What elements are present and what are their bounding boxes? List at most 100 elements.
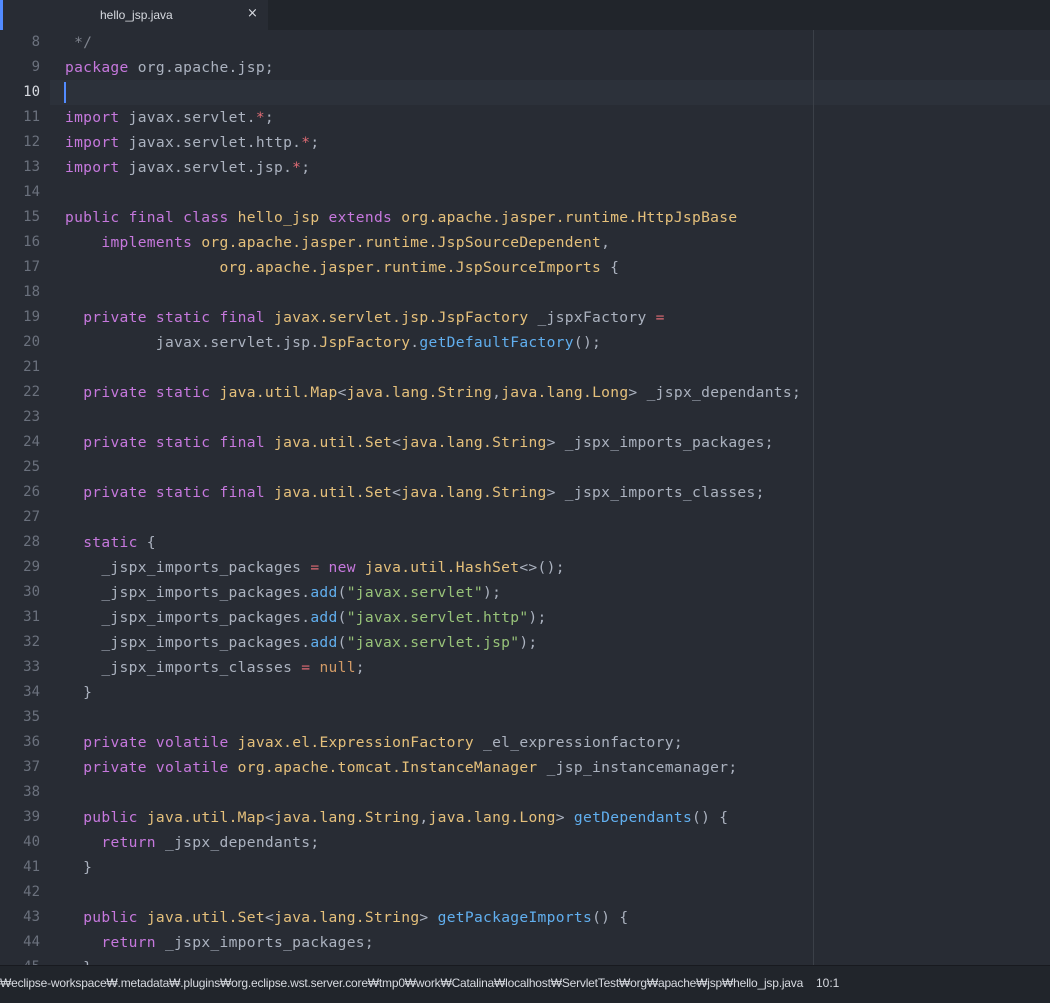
code-token: _el_expressionfactory; [473, 734, 683, 751]
code-line[interactable]: } [65, 855, 1050, 880]
code-line[interactable]: package org.apache.jsp; [65, 55, 1050, 80]
code-token: return [101, 934, 156, 951]
code-token: * [292, 159, 302, 176]
code-line[interactable]: _jspx_imports_packages = new java.util.H… [65, 555, 1050, 580]
line-number: 37 [23, 759, 40, 775]
tab-hello-jsp[interactable]: hello_jsp.java × [0, 0, 268, 30]
code-token: ; [264, 109, 275, 126]
code-line[interactable] [65, 405, 1050, 430]
code-line[interactable]: static { [65, 530, 1050, 555]
close-icon[interactable]: × [247, 6, 258, 21]
code-line[interactable]: public java.util.Map<java.lang.String,ja… [65, 805, 1050, 830]
code-token: } [65, 859, 93, 876]
code-line[interactable] [65, 880, 1050, 905]
code-token: java.lang.String [274, 809, 420, 826]
file-path[interactable]: ₩eclipse-workspace₩.metadata₩.plugins₩or… [0, 976, 803, 990]
line-number: 23 [23, 409, 40, 425]
line-number: 44 [23, 934, 40, 950]
code-token: < [392, 434, 402, 451]
code-token: hello_jsp [237, 209, 320, 226]
code-token: JspFactory [319, 334, 411, 351]
code-token: private static [83, 384, 211, 401]
code-line[interactable]: _jspx_imports_packages.add("javax.servle… [65, 580, 1050, 605]
code-line[interactable] [65, 505, 1050, 530]
code-token: */ [65, 34, 93, 51]
code-line[interactable]: _jspx_imports_packages.add("javax.servle… [65, 630, 1050, 655]
code-line[interactable] [65, 355, 1050, 380]
code-line[interactable]: private static final javax.servlet.jsp.J… [65, 305, 1050, 330]
cursor-position[interactable]: 10:1 [816, 976, 839, 990]
code-line[interactable]: public java.util.Set<java.lang.String> g… [65, 905, 1050, 930]
code-line[interactable]: private static final java.util.Set<java.… [65, 480, 1050, 505]
code-line[interactable] [65, 705, 1050, 730]
line-number: 8 [31, 34, 40, 50]
code-line[interactable] [65, 180, 1050, 205]
code-line[interactable] [65, 780, 1050, 805]
line-number: 11 [23, 109, 40, 125]
code-line[interactable]: private static final java.util.Set<java.… [65, 430, 1050, 455]
code-line[interactable]: import javax.servlet.*; [65, 105, 1050, 130]
code-token: _jspx_imports_packages. [65, 634, 311, 651]
code-line[interactable]: javax.servlet.jsp.JspFactory.getDefaultF… [65, 330, 1050, 355]
code-line[interactable] [65, 280, 1050, 305]
code-token: java.lang.String [346, 384, 493, 401]
code-token: > [419, 909, 438, 926]
code-token: > _jspx_imports_packages; [546, 434, 774, 451]
line-number: 26 [23, 484, 40, 500]
code-token: add [310, 609, 338, 626]
code-line[interactable]: implements org.apache.jasper.runtime.Jsp… [65, 230, 1050, 255]
code-editor[interactable]: 8 9 10 11 12 13 14 15 16 17 18 19 20 21 22 23 24 25 26 27 28… [0, 30, 1050, 965]
code-line[interactable]: return _jspx_dependants; [65, 830, 1050, 855]
line-number: 16 [23, 234, 40, 250]
code-line[interactable]: _jspx_imports_packages.add("javax.servle… [65, 605, 1050, 630]
code-token: null [319, 659, 356, 676]
code-line[interactable]: import javax.servlet.http.*; [65, 130, 1050, 155]
code-token: * [301, 134, 311, 151]
code-line[interactable]: } [65, 680, 1050, 705]
code-token: javax.el.ExpressionFactory [237, 734, 474, 751]
code-line[interactable] [50, 80, 1050, 105]
code-token: "javax.servlet" [346, 584, 483, 601]
line-number: 33 [23, 659, 40, 675]
code-token: _jspx_imports_packages. [65, 584, 311, 601]
code-token: "javax.servlet.jsp" [346, 634, 520, 651]
line-number: 17 [23, 259, 40, 275]
code-token: org.apache.jsp; [128, 59, 274, 76]
line-number-gutter: 8 9 10 11 12 13 14 15 16 17 18 19 20 21 22 23 24 25 26 27 28… [0, 30, 50, 965]
text-cursor [64, 82, 66, 103]
code-token: add [310, 634, 338, 651]
code-token: package [65, 59, 129, 76]
code-line[interactable]: org.apache.jasper.runtime.JspSourceImpor… [65, 255, 1050, 280]
line-number: 25 [23, 459, 40, 475]
code-line[interactable]: return _jspx_imports_packages; [65, 930, 1050, 955]
line-number: 15 [23, 209, 40, 225]
code-line[interactable]: } [65, 955, 1050, 965]
code-token: private volatile [83, 759, 229, 776]
code-line[interactable]: */ [65, 30, 1050, 55]
code-token: java.util.Map [219, 384, 338, 401]
code-line[interactable]: import javax.servlet.jsp.*; [65, 155, 1050, 180]
code-token: import [65, 109, 120, 126]
code-line[interactable] [65, 455, 1050, 480]
tab-bar: hello_jsp.java × [0, 0, 1050, 30]
code-token: java.lang.Long [428, 809, 556, 826]
code-line[interactable]: private volatile org.apache.tomcat.Insta… [65, 755, 1050, 780]
code-token: ( [337, 634, 347, 651]
code-token: , [419, 809, 429, 826]
code-line[interactable]: private volatile javax.el.ExpressionFact… [65, 730, 1050, 755]
code-line[interactable]: private static java.util.Map<java.lang.S… [65, 380, 1050, 405]
code-line[interactable]: public final class hello_jsp extends org… [65, 205, 1050, 230]
code-line[interactable]: _jspx_imports_classes = null; [65, 655, 1050, 680]
line-number: 32 [23, 634, 40, 650]
tab-title: hello_jsp.java [100, 8, 173, 22]
code-token: _jspx_dependants; [155, 834, 320, 851]
